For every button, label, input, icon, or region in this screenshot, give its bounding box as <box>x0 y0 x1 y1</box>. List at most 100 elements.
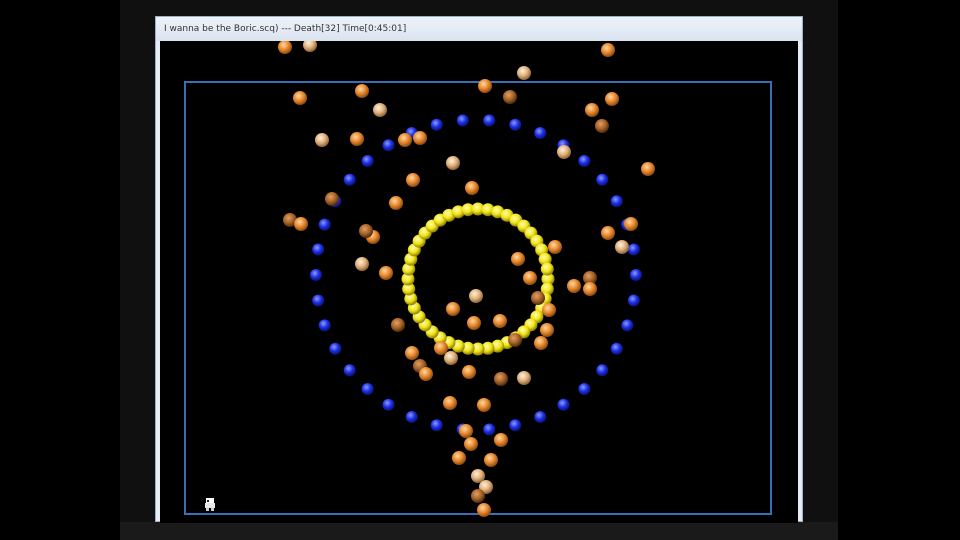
blue-bullet <box>610 342 623 355</box>
orange-bullet <box>484 453 498 467</box>
blue-bullet <box>430 419 443 432</box>
window-title: I wanna be the Boric.scq) --- Death[32] … <box>164 24 407 34</box>
blue-bullet <box>557 398 570 411</box>
orange-bullet <box>494 372 508 386</box>
blue-bullet <box>329 342 342 355</box>
blue-bullet <box>534 410 547 423</box>
blue-bullet <box>621 319 634 332</box>
orange-bullet <box>350 132 364 146</box>
orange-bullet <box>471 489 485 503</box>
orange-bullet <box>459 424 473 438</box>
orange-bullet <box>478 79 492 93</box>
blue-bullet <box>312 294 325 307</box>
blue-bullet <box>310 269 322 281</box>
orange-bullet <box>534 336 548 350</box>
orange-bullet <box>464 437 478 451</box>
orange-bullet <box>469 289 483 303</box>
blue-bullet <box>534 127 547 140</box>
orange-bullet <box>444 351 458 365</box>
orange-bullet <box>494 433 508 447</box>
orange-bullet <box>303 41 317 52</box>
orange-bullet <box>477 503 491 517</box>
blue-bullet <box>318 319 331 332</box>
orange-bullet <box>595 119 609 133</box>
orange-bullet <box>446 156 460 170</box>
orange-bullet <box>467 316 481 330</box>
orange-bullet <box>278 41 292 54</box>
blue-bullet <box>509 419 522 432</box>
orange-bullet <box>379 266 393 280</box>
blue-bullet <box>456 114 469 127</box>
orange-bullet <box>419 367 433 381</box>
blue-bullet <box>596 173 609 186</box>
orange-bullet <box>557 145 571 159</box>
blue-bullet <box>343 364 356 377</box>
letterbox-right <box>838 0 960 540</box>
window-titlebar[interactable]: I wanna be the Boric.scq) --- Death[32] … <box>156 17 802 41</box>
orange-bullet <box>511 252 525 266</box>
taskbar-strip <box>120 522 838 540</box>
orange-bullet <box>540 323 554 337</box>
blue-bullet <box>610 195 623 208</box>
blue-bullet <box>483 114 496 127</box>
orange-bullet <box>517 371 531 385</box>
orange-bullet <box>443 396 457 410</box>
orange-bullet <box>293 91 307 105</box>
orange-bullet <box>517 66 531 80</box>
orange-bullet <box>567 279 581 293</box>
orange-bullet <box>446 302 460 316</box>
blue-bullet <box>509 118 522 131</box>
blue-bullet <box>627 243 640 256</box>
blue-bullet <box>578 383 591 396</box>
orange-bullet <box>452 451 466 465</box>
orange-bullet <box>503 90 517 104</box>
orange-bullet <box>641 162 655 176</box>
orange-bullet <box>355 257 369 271</box>
orange-bullet <box>355 84 369 98</box>
orange-bullet <box>542 303 556 317</box>
blue-bullet <box>627 294 640 307</box>
blue-bullet <box>578 154 591 167</box>
orange-bullet <box>462 365 476 379</box>
blue-bullet <box>430 118 443 131</box>
orange-bullet <box>615 240 629 254</box>
orange-bullet <box>548 240 562 254</box>
blue-bullet <box>382 398 395 411</box>
orange-bullet <box>624 217 638 231</box>
kid-player-sprite <box>205 498 215 511</box>
orange-bullet <box>583 282 597 296</box>
orange-bullet <box>605 92 619 106</box>
orange-bullet <box>601 43 615 57</box>
blue-bullet <box>312 243 325 256</box>
orange-bullet <box>398 133 412 147</box>
orange-bullet <box>413 131 427 145</box>
blue-bullet <box>343 173 356 186</box>
orange-bullet <box>531 291 545 305</box>
blue-bullet <box>318 218 331 231</box>
game-canvas[interactable] <box>160 41 798 523</box>
orange-bullet <box>359 224 373 238</box>
orange-bullet <box>294 217 308 231</box>
orange-bullet <box>325 192 339 206</box>
orange-bullet <box>373 103 387 117</box>
orange-bullet <box>405 346 419 360</box>
blue-bullet <box>361 383 374 396</box>
blue-bullet <box>596 364 609 377</box>
orange-bullet <box>477 398 491 412</box>
blue-bullet <box>382 139 395 152</box>
orange-bullet <box>406 173 420 187</box>
orange-bullet <box>585 103 599 117</box>
letterbox-left <box>0 0 120 540</box>
yellow-bullet <box>540 262 554 276</box>
orange-bullet <box>523 271 537 285</box>
blue-bullet <box>361 154 374 167</box>
orange-bullet <box>493 314 507 328</box>
orange-bullet <box>389 196 403 210</box>
orange-bullet <box>601 226 615 240</box>
game-window: I wanna be the Boric.scq) --- Death[32] … <box>155 16 803 523</box>
blue-bullet <box>405 410 418 423</box>
orange-bullet <box>434 341 448 355</box>
orange-bullet <box>508 333 522 347</box>
bullet-field <box>278 41 655 517</box>
blue-bullet <box>483 423 496 436</box>
